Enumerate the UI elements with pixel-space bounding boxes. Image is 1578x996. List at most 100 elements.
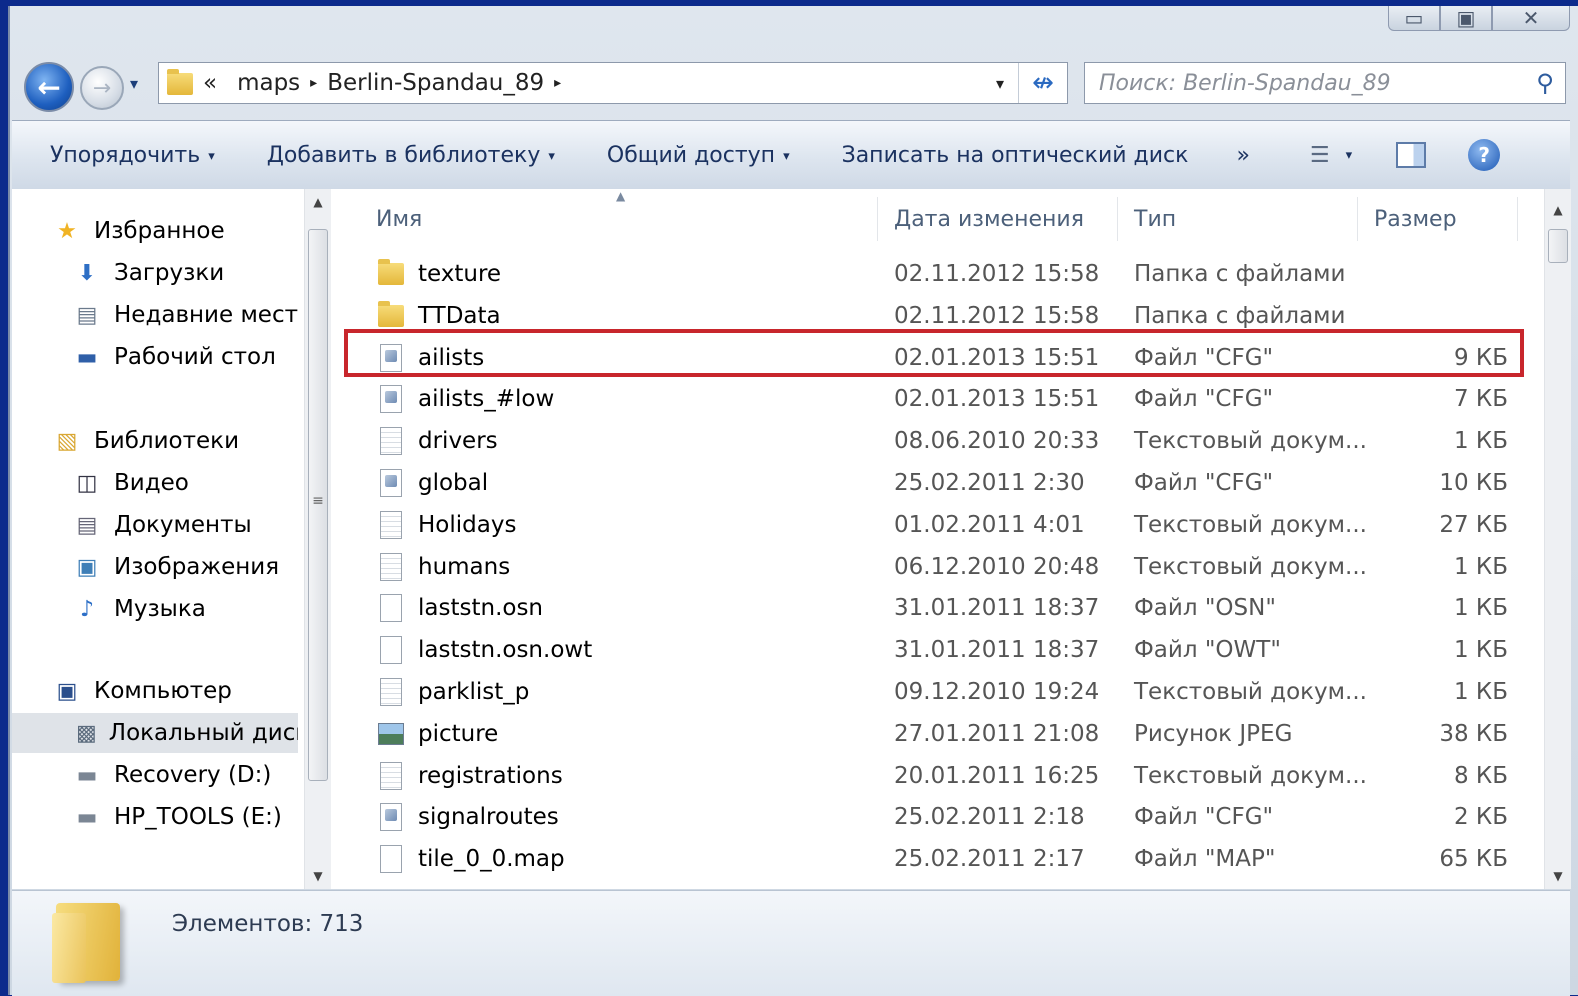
table-row[interactable]: drivers 08.06.2010 20:33 Текстовый докум..…	[338, 420, 1518, 462]
table-row[interactable]: ailists_#low 02.01.2013 15:51 Файл "CFG" 7 …	[338, 378, 1518, 420]
search-icon[interactable]: ⚲	[1525, 69, 1565, 97]
address-bar[interactable]: « maps ▸ Berlin-Spandau_89 ▸ ▾ ↮	[158, 62, 1068, 104]
maximize-button[interactable]: ▣	[1440, 6, 1492, 31]
sidebar-item-recovery[interactable]: ▬ Recovery (D:)	[72, 755, 272, 795]
file-size: 1 КБ	[1453, 428, 1508, 455]
search-input[interactable]	[1085, 69, 1525, 97]
navigation-pane: ★ Избранное ⬇ Загрузки ▤ Недавние места …	[12, 189, 298, 889]
burn-disc-button[interactable]: Записать на оптический диск	[826, 143, 1205, 168]
file-list: ▲ Имя Дата изменения Тип Размер texture 0…	[338, 189, 1518, 889]
scroll-down-icon[interactable]: ▼	[1545, 863, 1571, 889]
music-icon: ♪	[79, 596, 95, 622]
refresh-icon[interactable]: ↮	[1019, 68, 1067, 98]
file-name: signalroutes	[418, 804, 559, 831]
table-row[interactable]: global 25.02.2011 2:30 Файл "CFG" 10 КБ	[338, 462, 1518, 504]
table-row[interactable]: parklist_p 09.12.2010 19:24 Текстовый доку…	[338, 671, 1518, 713]
local-disk-icon: ▩	[76, 720, 97, 746]
pictures-icon: ▣	[76, 554, 98, 580]
table-row[interactable]: laststn.osn 31.01.2011 18:37 Файл "OSN" 1 К…	[338, 587, 1518, 629]
file-name: picture	[418, 720, 499, 747]
file-name: ailists	[418, 344, 485, 371]
image-file-icon	[378, 719, 404, 749]
sidebar-item-downloads[interactable]: ⬇ Загрузки	[72, 253, 224, 293]
table-row[interactable]: Holidays 01.02.2011 4:01 Текстовый докум..…	[338, 504, 1518, 546]
table-row[interactable]: signalroutes 25.02.2011 2:18 Файл "CFG" 2 К…	[338, 796, 1518, 838]
add-to-library-button[interactable]: Добавить в библиотеку ▾	[251, 143, 571, 168]
sidebar-item-pictures[interactable]: ▣ Изображения	[72, 547, 279, 587]
sidebar-item-label: Загрузки	[114, 260, 225, 286]
sidebar-item-video[interactable]: ◫ Видео	[72, 463, 189, 503]
sidebar-item-desktop[interactable]: ▬ Рабочий стол	[72, 337, 276, 377]
file-date: 02.11.2012 15:58	[894, 302, 1100, 329]
column-header-date[interactable]: Дата изменения	[878, 197, 1118, 241]
sidebar-item-label: Локальный диск	[108, 720, 298, 746]
back-button[interactable]: ←	[24, 62, 74, 112]
breadcrumb-separator-icon[interactable]: ▸	[554, 75, 561, 91]
sidebar-item-recent-places[interactable]: ▤ Недавние места	[72, 295, 298, 335]
scroll-down-icon[interactable]: ▼	[305, 863, 331, 889]
column-header-size[interactable]: Размер	[1358, 197, 1518, 241]
downloads-icon: ⬇	[77, 260, 97, 286]
file-type: Папка с файлами	[1134, 302, 1346, 329]
config-file-icon	[378, 468, 404, 498]
column-header-name[interactable]: Имя	[338, 197, 878, 241]
breadcrumb-separator-icon[interactable]: ▸	[310, 75, 317, 91]
details-pane: Элементов: 713	[12, 890, 1570, 996]
folder-icon	[167, 68, 193, 96]
file-list-scrollbar[interactable]: ▲ ▼	[1544, 189, 1571, 889]
sidebar-item-documents[interactable]: ▤ Документы	[72, 505, 252, 545]
file-name: parklist_p	[418, 679, 530, 705]
view-options-icon[interactable]: ☰	[1310, 143, 1330, 168]
scroll-up-icon[interactable]: ▲	[1545, 197, 1571, 223]
scroll-up-icon[interactable]: ▲	[305, 189, 331, 215]
file-name: drivers	[418, 428, 498, 455]
caption-buttons: ▭ ▣ ✕	[1388, 6, 1570, 31]
sidebar-item-hp-tools[interactable]: ▬ HP_TOOLS (E:)	[72, 797, 282, 837]
breadcrumb-overflow[interactable]: «	[203, 70, 217, 96]
table-row[interactable]: tile_0_0.map 25.02.2011 2:17 Файл "MAP" 65 …	[338, 838, 1518, 880]
scroll-thumb[interactable]	[1548, 229, 1568, 263]
column-header-type[interactable]: Тип	[1118, 197, 1358, 241]
more-commands-button[interactable]: »	[1236, 143, 1249, 168]
sidebar-computer[interactable]: ▣ Компьютер	[52, 671, 232, 711]
breadcrumb-maps[interactable]: maps	[237, 70, 300, 96]
back-arrow-icon: ←	[37, 70, 61, 104]
sidebar-item-local-disk[interactable]: ▩ Локальный диск	[12, 713, 298, 753]
forward-button[interactable]: →	[80, 66, 124, 110]
sidebar-favorites[interactable]: ★ Избранное	[52, 211, 225, 251]
sidebar-item-label: Недавние места	[114, 302, 298, 328]
help-icon[interactable]: ?	[1468, 139, 1501, 171]
preview-pane-icon[interactable]	[1396, 142, 1427, 168]
sidebar-libraries[interactable]: ▧ Библиотеки	[52, 421, 239, 461]
minimize-button[interactable]: ▭	[1388, 6, 1440, 31]
blank-file-icon	[378, 635, 404, 665]
file-name: texture	[418, 261, 502, 287]
recent-pages-dropdown[interactable]: ▾	[130, 74, 138, 93]
navigation-scrollbar[interactable]: ▲ ≡ ▼	[304, 189, 331, 889]
table-row[interactable]: picture 27.01.2011 21:08 Рисунок JPEG 38 КБ	[338, 713, 1518, 755]
folder-icon	[378, 300, 404, 331]
sidebar-item-music[interactable]: ♪ Музыка	[72, 589, 206, 629]
file-type: Текстовый докум...	[1134, 553, 1367, 580]
search-box: ⚲	[1084, 62, 1566, 104]
file-size: 1 КБ	[1453, 679, 1508, 705]
sidebar-favorites-label: Избранное	[94, 218, 225, 244]
table-row[interactable]: humans 06.12.2010 20:48 Текстовый докум...…	[338, 546, 1518, 588]
file-date: 27.01.2011 21:08	[894, 720, 1100, 747]
file-date: 09.12.2010 19:24	[894, 679, 1100, 705]
table-row[interactable]: laststn.osn.owt 31.01.2011 18:37 Файл "OWT…	[338, 629, 1518, 671]
address-dropdown-button[interactable]: ▾	[982, 63, 1019, 103]
file-name: Holidays	[418, 511, 517, 538]
table-row[interactable]: TTData 02.11.2012 15:58 Папка с файлами	[338, 295, 1518, 337]
share-button[interactable]: Общий доступ ▾	[591, 143, 806, 168]
table-row[interactable]: ailists 02.01.2013 15:51 Файл "CFG" 9 КБ	[338, 337, 1518, 379]
organize-button[interactable]: Упорядочить ▾	[34, 143, 231, 168]
close-button[interactable]: ✕	[1492, 6, 1570, 31]
table-row[interactable]: registrations 20.01.2011 16:25 Текстовый д…	[338, 755, 1518, 797]
file-size: 38 КБ	[1439, 720, 1508, 747]
breadcrumb-berlin-spandau[interactable]: Berlin-Spandau_89	[327, 70, 544, 96]
scroll-grip-icon: ≡	[312, 493, 324, 509]
file-type: Текстовый докум...	[1134, 679, 1367, 705]
table-row[interactable]: texture 02.11.2012 15:58 Папка с файлами	[338, 253, 1518, 295]
view-options-dropdown[interactable]: ▾	[1346, 148, 1353, 163]
